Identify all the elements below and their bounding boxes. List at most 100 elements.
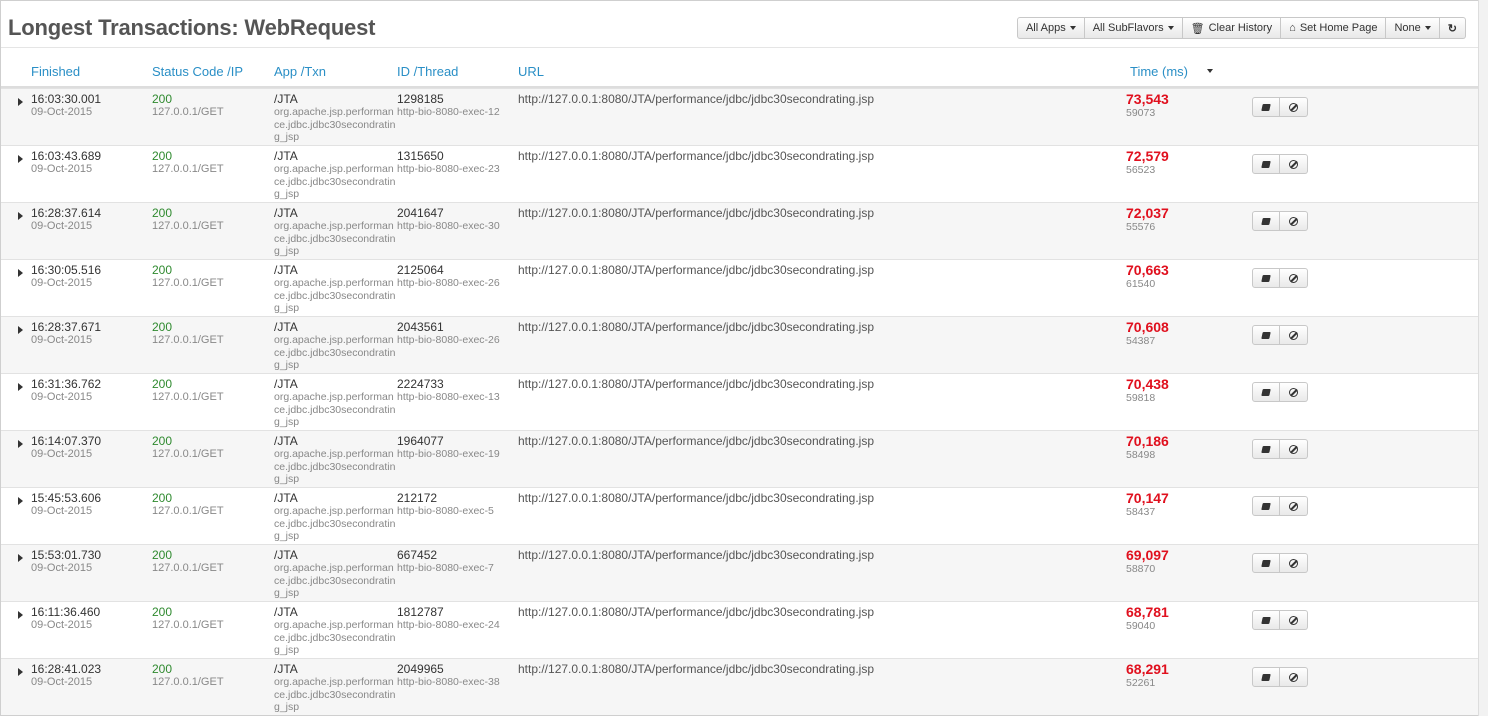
ignore-button[interactable] (1280, 667, 1308, 687)
expand-row-icon[interactable] (18, 611, 23, 619)
request-url[interactable]: http://127.0.0.1:8080/JTA/performance/jd… (518, 491, 874, 505)
request-url[interactable]: http://127.0.0.1:8080/JTA/performance/jd… (518, 548, 874, 562)
expand-row-icon[interactable] (18, 326, 23, 334)
scrollbar[interactable] (1478, 0, 1488, 716)
finished-time: 16:30:05.516 (31, 263, 102, 277)
set-home-page-label: Set Home Page (1299, 22, 1378, 34)
col-status[interactable]: Status Code /IP (152, 64, 243, 79)
request-url[interactable]: http://127.0.0.1:8080/JTA/performance/jd… (518, 263, 874, 277)
transactions-table: Finished Status Code /IP App /Txn ID /Th… (1, 58, 1479, 715)
expand-row-icon[interactable] (18, 212, 23, 220)
expand-row-icon[interactable] (18, 155, 23, 163)
col-finished[interactable]: Finished (31, 64, 80, 79)
ignore-button[interactable] (1280, 439, 1308, 459)
request-url[interactable]: http://127.0.0.1:8080/JTA/performance/jd… (518, 434, 874, 448)
finished-time: 16:28:37.671 (31, 320, 102, 334)
ip-method: 127.0.0.1/GET (152, 448, 224, 460)
ban-icon (1289, 102, 1298, 112)
ip-method: 127.0.0.1/GET (152, 391, 224, 403)
details-button[interactable] (1252, 439, 1280, 459)
duration-sub: 58870 (1126, 563, 1156, 575)
ban-icon (1289, 330, 1298, 340)
details-button[interactable] (1252, 211, 1280, 231)
request-url[interactable]: http://127.0.0.1:8080/JTA/performance/jd… (518, 605, 874, 619)
table-row: 15:53:01.730 09-Oct-2015 200 127.0.0.1/G… (1, 544, 1479, 601)
expand-row-icon[interactable] (18, 269, 23, 277)
col-app[interactable]: App /Txn (274, 64, 326, 79)
app-name: /JTA (274, 320, 298, 334)
expand-row-icon[interactable] (18, 554, 23, 562)
details-button[interactable] (1252, 496, 1280, 516)
notebook-icon (1261, 331, 1271, 339)
app-name: /JTA (274, 491, 298, 505)
app-name: /JTA (274, 206, 298, 220)
ignore-button[interactable] (1280, 268, 1308, 288)
details-button[interactable] (1252, 382, 1280, 402)
col-time[interactable]: Time (ms) (1130, 64, 1188, 79)
notebook-icon (1261, 103, 1271, 111)
ignore-button[interactable] (1280, 610, 1308, 630)
ignore-button[interactable] (1280, 553, 1308, 573)
ip-method: 127.0.0.1/GET (152, 562, 224, 574)
col-url[interactable]: URL (518, 64, 544, 79)
set-home-page-button[interactable]: ⌂ Set Home Page (1281, 17, 1387, 39)
request-url[interactable]: http://127.0.0.1:8080/JTA/performance/jd… (518, 149, 874, 163)
request-url[interactable]: http://127.0.0.1:8080/JTA/performance/jd… (518, 662, 874, 676)
ignore-button[interactable] (1280, 211, 1308, 231)
ignore-button[interactable] (1280, 97, 1308, 117)
finished-date: 09-Oct-2015 (31, 676, 93, 688)
txn-name: org.apache.jsp.performance.jdbc.jdbc30se… (274, 334, 396, 371)
table-row: 16:30:05.516 09-Oct-2015 200 127.0.0.1/G… (1, 259, 1479, 316)
ip-method: 127.0.0.1/GET (152, 334, 224, 346)
ignore-button[interactable] (1280, 154, 1308, 174)
ignore-button[interactable] (1280, 496, 1308, 516)
table-row: 16:03:43.689 09-Oct-2015 200 127.0.0.1/G… (1, 145, 1479, 202)
details-button[interactable] (1252, 154, 1280, 174)
transaction-id: 2125064 (397, 263, 444, 277)
transaction-id: 2224733 (397, 377, 444, 391)
request-url[interactable]: http://127.0.0.1:8080/JTA/performance/jd… (518, 377, 874, 391)
ban-icon (1289, 216, 1298, 226)
sort-desc-icon[interactable] (1207, 69, 1213, 73)
duration-ms: 73,543 (1126, 91, 1169, 107)
expand-row-icon[interactable] (18, 668, 23, 676)
request-url[interactable]: http://127.0.0.1:8080/JTA/performance/jd… (518, 320, 874, 334)
duration-ms: 70,608 (1126, 319, 1169, 335)
details-button[interactable] (1252, 610, 1280, 630)
ignore-button[interactable] (1280, 325, 1308, 345)
transaction-id: 1812787 (397, 605, 444, 619)
duration-sub: 59040 (1126, 620, 1156, 632)
details-button[interactable] (1252, 268, 1280, 288)
details-button[interactable] (1252, 97, 1280, 117)
ban-icon (1289, 159, 1298, 169)
finished-date: 09-Oct-2015 (31, 448, 93, 460)
txn-name: org.apache.jsp.performance.jdbc.jdbc30se… (274, 391, 396, 428)
table-row: 16:14:07.370 09-Oct-2015 200 127.0.0.1/G… (1, 430, 1479, 487)
ip-method: 127.0.0.1/GET (152, 163, 224, 175)
txn-name: org.apache.jsp.performance.jdbc.jdbc30se… (274, 163, 396, 200)
transaction-id: 2043561 (397, 320, 444, 334)
transaction-id: 1298185 (397, 92, 444, 106)
clear-history-button[interactable]: 🗑 Clear History (1182, 17, 1282, 39)
expand-row-icon[interactable] (18, 98, 23, 106)
expand-row-icon[interactable] (18, 383, 23, 391)
details-button[interactable] (1252, 667, 1280, 687)
ban-icon (1289, 501, 1298, 511)
expand-row-icon[interactable] (18, 440, 23, 448)
table-row: 16:31:36.762 09-Oct-2015 200 127.0.0.1/G… (1, 373, 1479, 430)
none-dropdown[interactable]: None (1386, 17, 1440, 39)
expand-row-icon[interactable] (18, 497, 23, 505)
refresh-button[interactable]: ↻ (1439, 17, 1466, 39)
request-url[interactable]: http://127.0.0.1:8080/JTA/performance/jd… (518, 206, 874, 220)
finished-time: 16:11:36.460 (31, 605, 101, 619)
details-button[interactable] (1252, 553, 1280, 573)
page-title: Longest Transactions: WebRequest (8, 15, 376, 40)
thread-name: http-bio-8080-exec-23 (397, 163, 500, 175)
ignore-button[interactable] (1280, 382, 1308, 402)
col-id[interactable]: ID /Thread (397, 64, 458, 79)
details-button[interactable] (1252, 325, 1280, 345)
all-subflavors-dropdown[interactable]: All SubFlavors (1084, 17, 1183, 39)
request-url[interactable]: http://127.0.0.1:8080/JTA/performance/jd… (518, 92, 874, 106)
all-apps-dropdown[interactable]: All Apps (1016, 17, 1085, 39)
transaction-id: 212172 (397, 491, 438, 505)
